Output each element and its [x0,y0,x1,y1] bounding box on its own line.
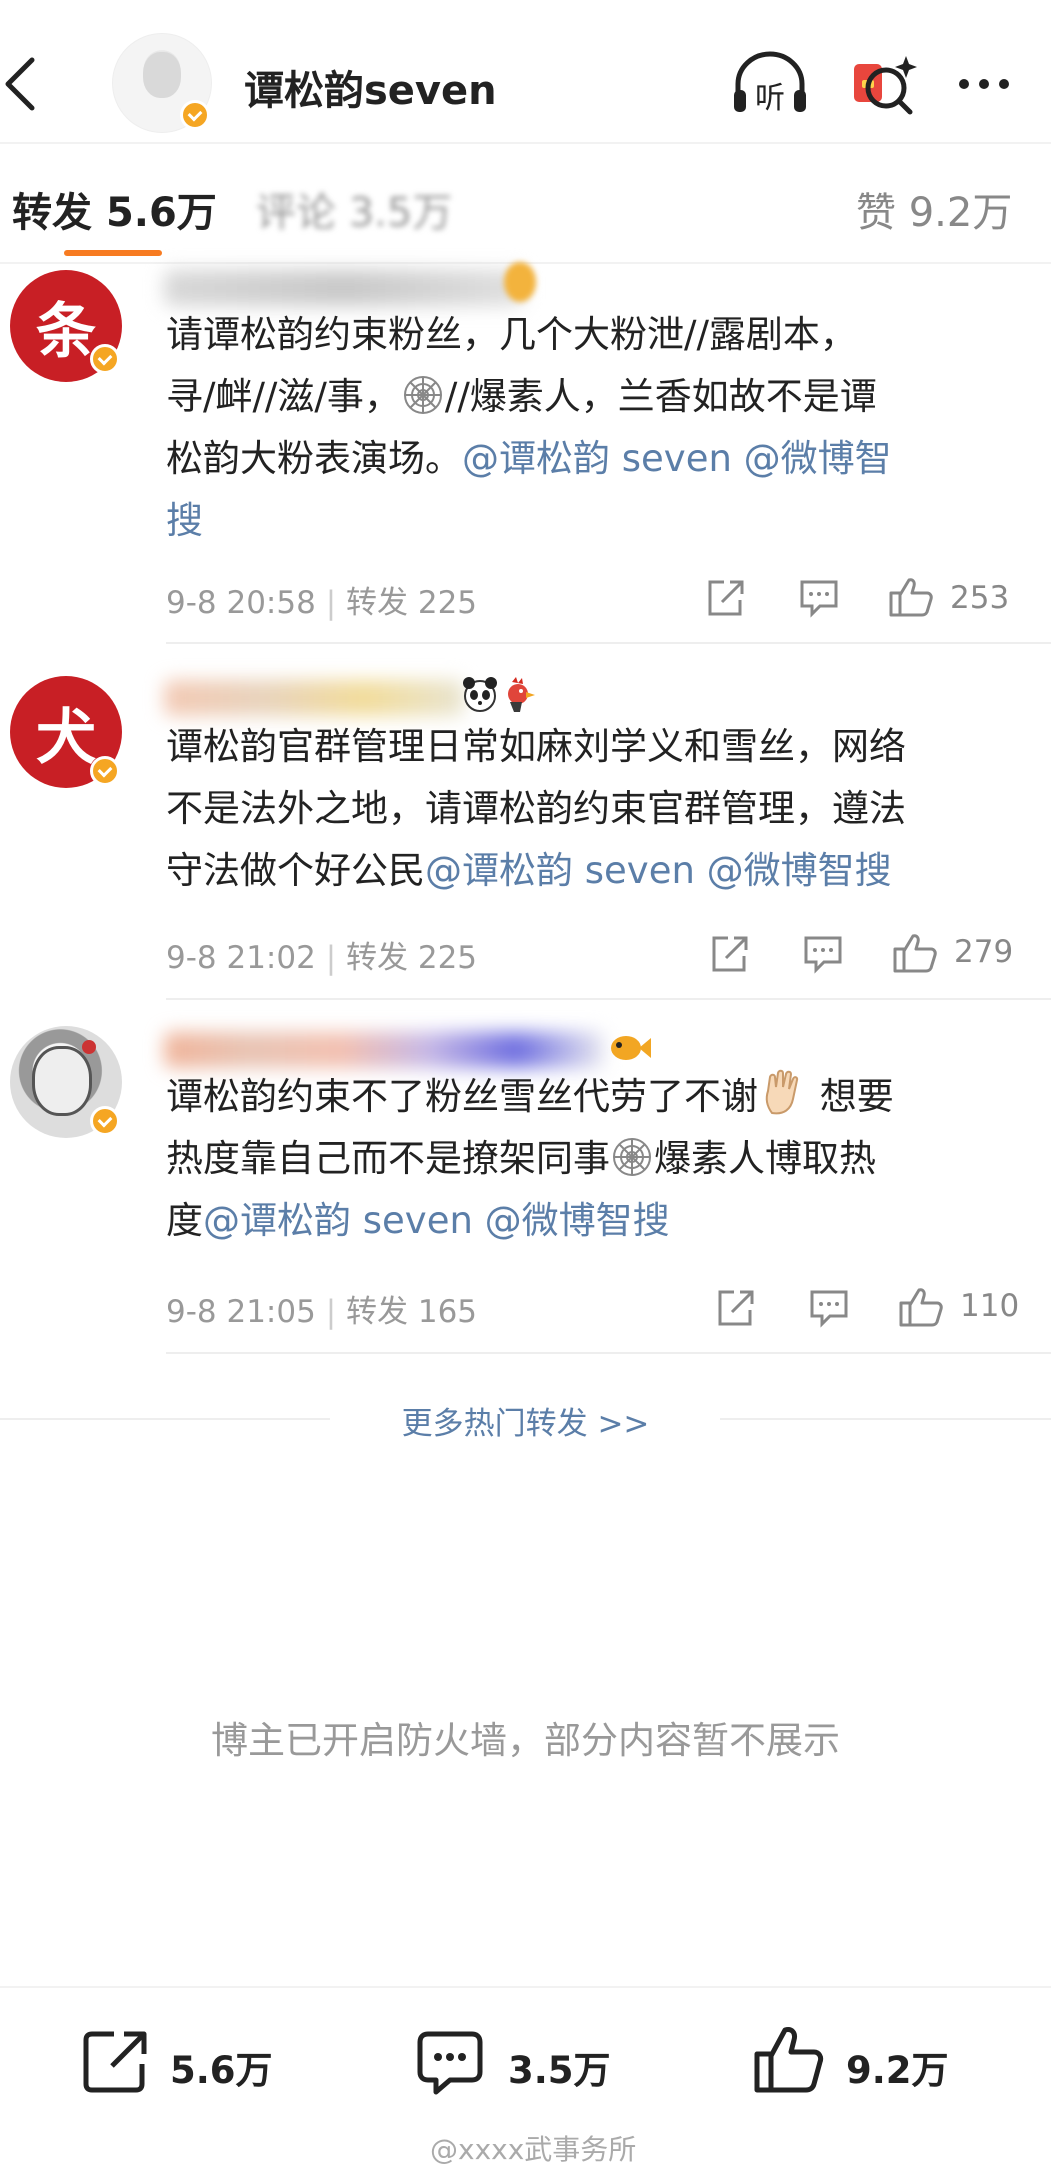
list-divider [166,642,1051,644]
mention-link[interactable]: 搜 [166,490,892,552]
timestamp: 9-8 21:02 [166,940,316,976]
verified-badge-icon [180,100,210,130]
hand-emoji-icon [765,1069,799,1115]
thumbs-up-icon[interactable] [752,2024,826,2100]
rooster-badge-icon [500,674,540,714]
repost-count-total[interactable]: 5.6万 [170,2040,273,2094]
username-blurred[interactable] [164,270,524,306]
like-count: 110 [960,1288,1020,1324]
firewall-notice: 博主已开启防火墙，部分内容暂不展示 [211,1719,840,1762]
header-divider [0,142,1051,144]
comment-meta: 9-8 20:58 | 转发 225 [166,585,478,621]
spider-web-icon [613,1138,651,1176]
username-blurred[interactable] [164,1032,604,1068]
timestamp: 9-8 20:58 [166,585,316,621]
list-item: 犬 谭松韵官群管理日常如麻刘学义和雪丝，网络 不是法外之地，请谭松韵约束官群管理… [0,660,1051,1000]
timestamp: 9-8 21:05 [166,1294,316,1330]
share-icon[interactable] [704,578,746,622]
like-count-total[interactable]: 9.2万 [846,2040,949,2094]
comment-icon[interactable] [802,934,844,978]
share-icon[interactable] [708,934,750,978]
username-blurred[interactable] [164,680,464,716]
more-icon[interactable] [950,50,1030,120]
listen-icon[interactable]: 听 [730,50,810,120]
comment-icon[interactable] [808,1288,850,1332]
comment-meta: 9-8 21:05 | 转发 165 [166,1294,478,1330]
tab-repost[interactable]: 转发 5.6万 [12,180,217,238]
user-badge-icon [504,262,536,302]
list-divider [166,998,1051,1000]
repost-icon[interactable] [80,2028,152,2100]
tab-comments[interactable]: 评论 3.5万 [256,180,452,238]
comment-text: 谭松韵官群管理日常如麻刘学义和雪丝，网络 不是法外之地，请谭松韵约束官群管理，遵… [166,725,906,892]
mention-link[interactable]: @谭松韵 seven @微博智搜 [203,1199,670,1242]
list-divider [166,1352,1051,1354]
comment-icon[interactable] [798,578,840,622]
repost-count[interactable]: 转发 165 [346,1294,477,1330]
like-count: 253 [950,580,1010,616]
watermark: @xxxx武事务所 [430,2133,637,2166]
like-icon[interactable] [892,932,938,978]
like-icon[interactable] [888,576,934,622]
top-bar: 谭松韵seven 听 [0,0,1051,140]
share-icon[interactable] [714,1288,756,1332]
mention-link[interactable]: @谭松韵 seven @微博智搜 [425,849,892,892]
verified-badge-icon [90,1106,120,1136]
back-arrow-icon[interactable] [0,44,50,124]
list-item: 谭松韵约束不了粉丝雪丝代劳了不谢 想要 热度靠自己而不是撩架同事 爆素人博取热 度… [0,1014,1051,1354]
red-packet-search-icon[interactable] [848,50,928,120]
verified-badge-icon [90,344,120,374]
comment-text: 请谭松韵约束粉丝，几个大粉泄//露剧本， 寻/衅//滋/事，//爆素人，兰香如故… [166,304,892,552]
list-item: 条 请谭松韵约束粉丝，几个大粉泄//露剧本， 寻/衅//滋/事，//爆素人，兰香… [0,262,1051,642]
fish-badge-icon [608,1028,652,1068]
active-tab-indicator [64,250,162,256]
author-name[interactable]: 谭松韵seven [244,58,497,116]
comment-meta: 9-8 21:02 | 转发 225 [166,940,478,976]
comment-bubble-icon[interactable] [414,2028,486,2100]
repost-count[interactable]: 转发 225 [346,585,477,621]
verified-badge-icon [90,756,120,786]
comment-count-total[interactable]: 3.5万 [508,2040,611,2094]
mention-link[interactable]: @谭松韵 seven @微博智 [462,437,892,480]
bottom-bar-divider [0,1986,1051,1988]
comment-text: 谭松韵约束不了粉丝雪丝代劳了不谢 想要 热度靠自己而不是撩架同事 爆素人博取热 度… [166,1066,894,1252]
like-icon[interactable] [898,1286,944,1332]
like-count: 279 [954,934,1014,970]
spider-web-icon [403,376,442,414]
panda-badge-icon [460,674,500,714]
tab-likes[interactable]: 赞 9.2万 [856,180,1012,238]
repost-count[interactable]: 转发 225 [346,940,477,976]
more-reposts-link[interactable]: 更多热门转发 >> [0,1398,1051,1443]
svg-text:听: 听 [755,81,785,116]
